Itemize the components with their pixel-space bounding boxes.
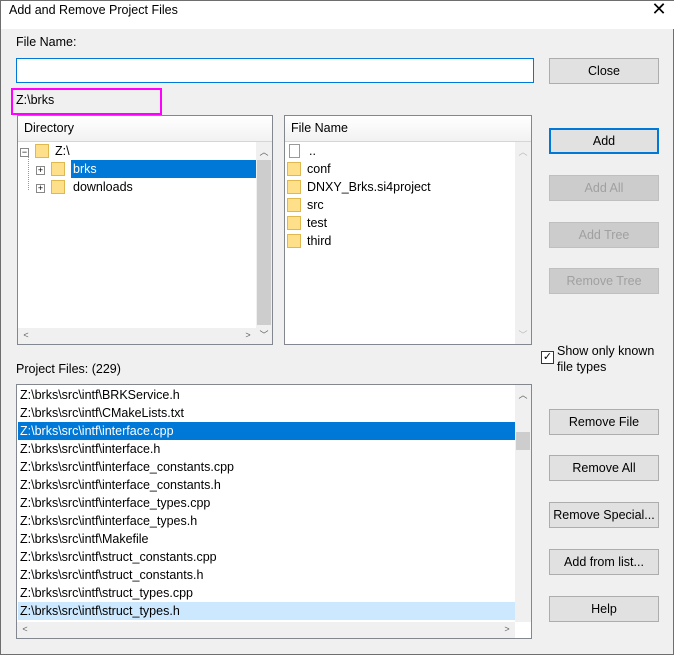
folder-icon <box>287 216 301 230</box>
remove-file-button[interactable]: Remove File <box>549 409 659 435</box>
expand-icon[interactable]: + <box>36 166 45 175</box>
file-item[interactable]: DNXY_Brks.si4project <box>287 178 431 196</box>
close-window-icon[interactable]: ✕ <box>649 0 669 20</box>
project-files-list[interactable]: Z:\brks\src\intf\struct_types.h Z:\brks\s… <box>16 384 532 639</box>
project-file-item[interactable]: Z:\brks\src\intf\interface_constants.cpp <box>18 458 516 476</box>
add-tree-button[interactable]: Add Tree <box>549 222 659 248</box>
file-list[interactable]: File Name .. conf DNXY_Brks.si4project s… <box>284 115 532 345</box>
folder-icon <box>51 180 65 194</box>
show-known-checkbox[interactable]: ✓ <box>541 351 554 364</box>
expand-icon[interactable]: + <box>36 184 45 193</box>
project-file-item[interactable]: Z:\brks\src\intf\interface.cpp <box>18 422 516 440</box>
file-icon <box>289 144 300 158</box>
remove-special-button[interactable]: Remove Special... <box>549 502 659 528</box>
file-item[interactable]: test <box>287 214 327 232</box>
file-name-header[interactable]: File Name <box>285 116 531 142</box>
current-path: Z:\brks <box>16 93 55 107</box>
collapse-icon[interactable]: − <box>20 148 29 157</box>
folder-icon <box>287 180 301 194</box>
folder-icon <box>287 198 301 212</box>
directory-hscrollbar[interactable]: < > <box>18 328 256 344</box>
show-known-label-2: file types <box>557 360 607 374</box>
add-all-button[interactable]: Add All <box>549 175 659 201</box>
project-file-item[interactable]: Z:\brks\src\intf\interface_types.h <box>18 512 516 530</box>
project-file-item[interactable]: Z:\brks\src\intf\struct_constants.h <box>18 566 516 584</box>
directory-header[interactable]: Directory <box>18 116 272 142</box>
tree-item-brks[interactable]: + brks <box>36 160 259 178</box>
tree-item-downloads[interactable]: + downloads <box>36 178 133 196</box>
project-file-item[interactable]: Z:\brks\src\intf\BRKService.h <box>18 386 516 404</box>
file-name-label: File Name: <box>16 35 77 49</box>
tree-item-root[interactable]: − Z:\ <box>20 142 70 160</box>
project-file-item[interactable]: Z:\brks\src\intf\struct_constants.cpp <box>18 548 516 566</box>
window-title: Add and Remove Project Files <box>9 3 178 17</box>
project-files-label: Project Files: (229) <box>16 362 121 376</box>
folder-icon <box>287 162 301 176</box>
file-item[interactable]: src <box>287 196 324 214</box>
folder-icon <box>35 144 49 158</box>
directory-tree[interactable]: Directory − Z:\ + brks + downloads ︿ < > ﹀ <box>17 115 273 345</box>
directory-vscrollbar[interactable]: ︿ <box>256 142 272 328</box>
file-item[interactable]: conf <box>287 160 331 178</box>
project-file-item[interactable]: Z:\brks\src\intf\interface_constants.h <box>18 476 516 494</box>
project-files-vscrollbar[interactable]: ︿ <box>515 385 531 622</box>
add-button[interactable]: Add <box>549 128 659 154</box>
add-from-list-button[interactable]: Add from list... <box>549 549 659 575</box>
file-list-vscrollbar[interactable]: ︿ ﹀ <box>515 142 531 344</box>
project-file-item[interactable]: Z:\brks\src\intf\Makefile <box>18 530 516 548</box>
project-file-item[interactable]: Z:\brks\src\intf\interface_types.cpp <box>18 494 516 512</box>
folder-icon <box>51 162 65 176</box>
folder-icon <box>287 234 301 248</box>
show-known-label-1: Show only known <box>557 344 655 358</box>
close-button[interactable]: Close <box>549 58 659 84</box>
project-file-item[interactable]: Z:\brks\src\intf\struct_types.h <box>18 602 516 620</box>
project-file-item[interactable]: Z:\brks\src\intf\struct_types.cpp <box>18 584 516 602</box>
remove-all-button[interactable]: Remove All <box>549 455 659 481</box>
file-item[interactable]: third <box>287 232 331 250</box>
project-files-hscrollbar[interactable]: < > <box>17 622 515 638</box>
project-file-item[interactable]: Z:\brks\src\intf\interface.h <box>18 440 516 458</box>
file-item-parent[interactable]: .. <box>287 142 316 160</box>
title-bar: Add and Remove Project Files ✕ <box>1 0 674 29</box>
file-name-input[interactable] <box>16 58 534 83</box>
help-button[interactable]: Help <box>549 596 659 622</box>
remove-tree-button[interactable]: Remove Tree <box>549 268 659 294</box>
project-file-item[interactable]: Z:\brks\src\intf\CMakeLists.txt <box>18 404 516 422</box>
